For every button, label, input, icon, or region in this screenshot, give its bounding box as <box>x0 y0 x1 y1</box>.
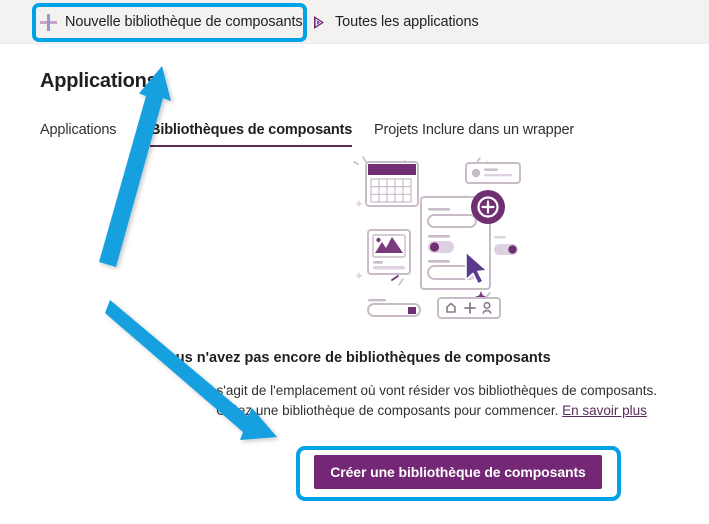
all-applications-label: Toutes les applications <box>335 14 479 30</box>
tab-component-libraries[interactable]: Bibliothèques de composants <box>150 122 353 147</box>
command-bar: Nouvelle bibliothèque de composants Tout… <box>0 0 709 44</box>
app-root: Nouvelle bibliothèque de composants Tout… <box>0 0 709 519</box>
tab-wrapper-projects-label: Projets Inclure dans un wrapper <box>374 122 575 138</box>
all-applications-button[interactable]: Toutes les applications <box>312 7 479 37</box>
annotation-arrow-to-tab <box>99 66 171 267</box>
tab-applications[interactable]: Applications <box>40 122 117 147</box>
tab-component-libraries-label: Bibliothèques de composants <box>150 122 353 138</box>
tab-bar: Applications Bibliothèques de composants… <box>40 122 640 156</box>
component-library-empty-illustration <box>348 152 548 332</box>
page-title: Applications <box>40 70 158 92</box>
empty-state-body: Il s'agit de l'emplacement où vont résid… <box>204 381 659 420</box>
create-component-library-button[interactable]: Créer une bibliothèque de composants <box>314 455 602 489</box>
new-component-library-button[interactable]: Nouvelle bibliothèque de composants <box>40 7 303 37</box>
plus-icon <box>40 13 57 31</box>
tab-applications-label: Applications <box>40 122 117 138</box>
empty-state-heading: Vous n'avez pas encore de bibliothèques … <box>158 350 551 366</box>
tab-wrapper-projects[interactable]: Projets Inclure dans un wrapper <box>374 122 574 147</box>
learn-more-link[interactable]: En savoir plus <box>562 403 647 418</box>
new-component-library-label: Nouvelle bibliothèque de composants <box>65 14 303 30</box>
play-triangle-icon <box>312 15 327 30</box>
